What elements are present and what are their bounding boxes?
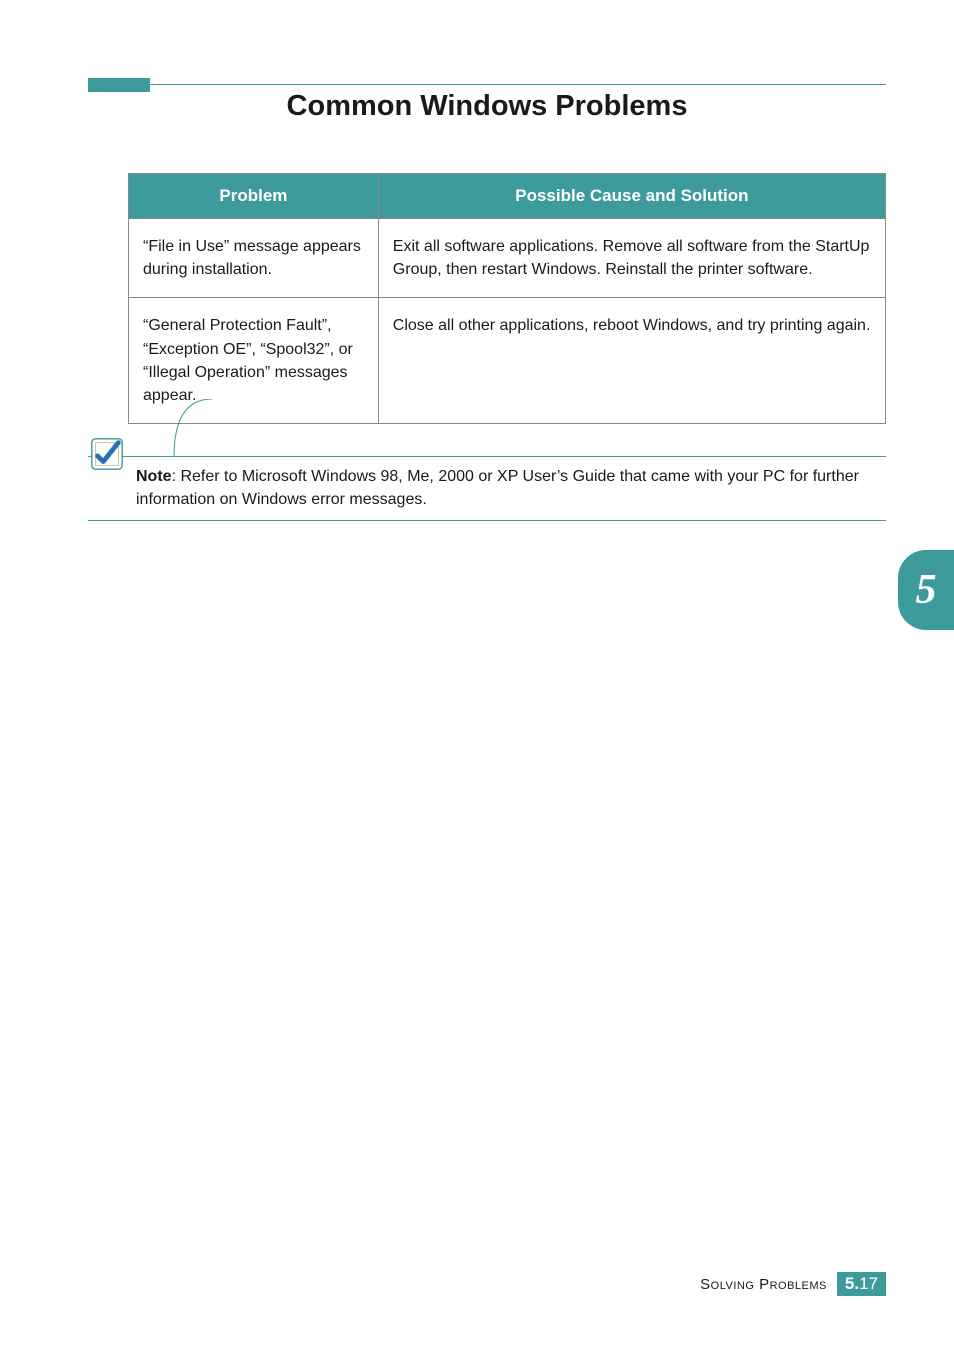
footer-section-label: Solving Problems [700, 1276, 827, 1293]
header-bar-block [88, 78, 150, 92]
note-bold-label: Note [136, 468, 172, 485]
chapter-number: 5 [916, 566, 937, 614]
table-header-row: Problem Possible Cause and Solution [129, 174, 886, 219]
header-problem: Problem [129, 174, 379, 219]
note-icon [88, 435, 126, 473]
footer-page-number: 5.17 [837, 1272, 886, 1296]
problems-table: Problem Possible Cause and Solution “Fil… [128, 173, 886, 424]
cell-solution: Close all other applications, reboot Win… [378, 298, 885, 424]
page-title: Common Windows Problems [88, 90, 886, 123]
cell-problem: “File in Use” message appears during ins… [129, 219, 379, 298]
header-bar-line [150, 84, 886, 85]
table-row: “General Protection Fault”, “Exception O… [129, 298, 886, 424]
cell-solution: Exit all software applications. Remove a… [378, 219, 885, 298]
note-body: : Refer to Microsoft Windows 98, Me, 200… [136, 468, 859, 508]
footer-chapter-num: 5. [845, 1274, 859, 1293]
chapter-tab: 5 [898, 550, 954, 630]
footer: Solving Problems 5.17 [700, 1272, 886, 1296]
note-block: Note: Refer to Microsoft Windows 98, Me,… [88, 456, 886, 520]
note-text: Note: Refer to Microsoft Windows 98, Me,… [136, 465, 886, 511]
problems-table-container: Problem Possible Cause and Solution “Fil… [128, 173, 886, 424]
header-solution: Possible Cause and Solution [378, 174, 885, 219]
header-decoration: Common Windows Problems [88, 0, 886, 123]
table-row: “File in Use” message appears during ins… [129, 219, 886, 298]
footer-page-num: 17 [859, 1274, 878, 1293]
cell-problem: “General Protection Fault”, “Exception O… [129, 298, 379, 424]
